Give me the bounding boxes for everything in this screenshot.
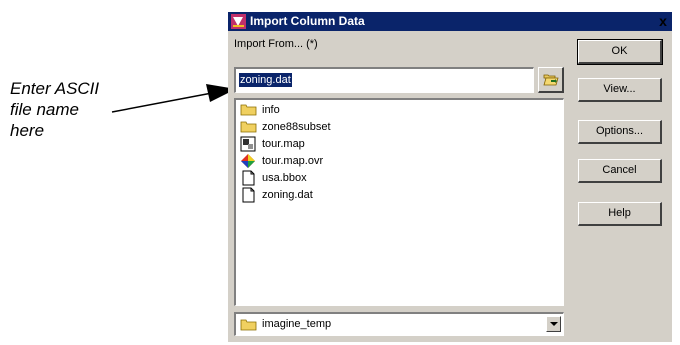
file-icon bbox=[242, 187, 255, 203]
browse-button[interactable] bbox=[538, 67, 564, 93]
file-list[interactable]: info zone88subset tour.map tour.map.ovr … bbox=[234, 98, 564, 306]
file-name: usa.bbox bbox=[262, 172, 307, 184]
chevron-down-icon[interactable] bbox=[546, 316, 561, 332]
folder-icon bbox=[240, 121, 257, 133]
overlay-file-icon bbox=[241, 154, 255, 168]
map-file-icon bbox=[240, 136, 256, 152]
file-name: zone88subset bbox=[262, 121, 331, 133]
callout-line-1: Enter ASCII bbox=[10, 79, 100, 98]
directory-value: imagine_temp bbox=[262, 318, 332, 330]
filename-value: zoning.dat bbox=[239, 73, 292, 87]
folder-icon bbox=[240, 319, 257, 331]
filename-input[interactable]: zoning.dat bbox=[234, 67, 534, 93]
dialog-title: Import Column Data bbox=[250, 14, 365, 28]
cancel-button[interactable]: Cancel bbox=[578, 159, 662, 183]
callout-line-3: here bbox=[10, 121, 45, 140]
app-icon bbox=[231, 14, 246, 29]
directory-select[interactable]: imagine_temp bbox=[234, 312, 564, 336]
import-from-label: Import From... (*) bbox=[234, 38, 318, 50]
file-name: zoning.dat bbox=[262, 189, 313, 201]
folder-icon bbox=[240, 104, 257, 116]
callout-line-2: file name bbox=[10, 100, 79, 119]
title-bar: Import Column Data x bbox=[228, 12, 672, 31]
view-button[interactable]: View... bbox=[578, 78, 662, 102]
callout-annotation: Enter ASCII file name here bbox=[10, 78, 180, 141]
ok-button[interactable]: OK bbox=[577, 39, 663, 65]
file-name: tour.map.ovr bbox=[262, 155, 324, 167]
file-icon bbox=[242, 170, 255, 186]
help-button[interactable]: Help bbox=[578, 202, 662, 226]
file-name: info bbox=[262, 104, 280, 116]
close-icon[interactable]: x bbox=[656, 12, 670, 31]
file-name: tour.map bbox=[262, 138, 305, 150]
import-column-data-dialog: Import Column Data x Import From... (*) … bbox=[228, 12, 672, 342]
folder-open-icon bbox=[543, 74, 559, 86]
options-button[interactable]: Options... bbox=[578, 120, 662, 144]
